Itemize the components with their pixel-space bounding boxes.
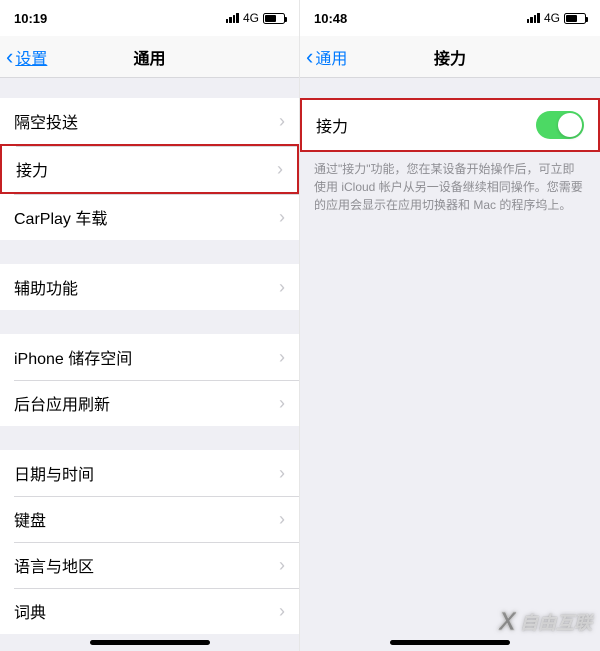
chevron-right-icon: › <box>279 555 285 576</box>
row-label: 辅助功能 <box>14 275 78 299</box>
status-bar: 10:19 4G <box>0 0 299 36</box>
settings-row[interactable]: 辅助功能 › <box>0 264 299 310</box>
home-indicator[interactable] <box>90 640 210 645</box>
footer-description: 通过"接力"功能，您在某设备开始操作后，可立即使用 iCloud 帐户从另一设备… <box>300 152 600 214</box>
row-right: › <box>279 393 285 414</box>
chevron-right-icon: › <box>279 207 285 228</box>
settings-list: 隔空投送›接力›CarPlay 车载›辅助功能›iPhone 储存空间›后台应用… <box>0 98 299 651</box>
row-label: 接力 <box>16 157 48 181</box>
settings-row[interactable]: 词典 › <box>0 588 299 634</box>
handoff-toggle-group: 接力 <box>300 98 600 152</box>
network-label: 4G <box>243 11 259 25</box>
home-indicator[interactable] <box>390 640 510 645</box>
handoff-toggle-row[interactable]: 接力 <box>302 100 598 150</box>
row-label: 隔空投送 <box>14 109 78 133</box>
settings-row[interactable]: 键盘 › <box>0 496 299 542</box>
row-label: 后台应用刷新 <box>14 391 110 415</box>
page-title: 接力 <box>434 45 466 69</box>
signal-icon <box>527 13 540 23</box>
back-label: 设置 <box>15 45 47 69</box>
settings-row[interactable]: 隔空投送 › <box>0 98 299 144</box>
nav-bar: ‹ 通用 接力 <box>300 36 600 78</box>
network-label: 4G <box>544 11 560 25</box>
status-time: 10:48 <box>314 11 347 26</box>
chevron-right-icon: › <box>279 509 285 530</box>
row-label: CarPlay 车载 <box>14 205 107 229</box>
row-right: › <box>279 463 285 484</box>
settings-group: 日期与时间 › 键盘 › 语言与地区 › 词典 › <box>0 450 299 634</box>
back-button[interactable]: ‹ 设置 <box>6 36 47 77</box>
status-right: 4G <box>527 11 586 25</box>
row-label: 键盘 <box>14 507 46 531</box>
chevron-right-icon: › <box>279 463 285 484</box>
status-time: 10:19 <box>14 11 47 26</box>
row-label: 词典 <box>14 599 46 623</box>
row-label: 日期与时间 <box>14 461 94 485</box>
chevron-left-icon: ‹ <box>6 46 13 68</box>
back-button[interactable]: ‹ 通用 <box>306 36 347 77</box>
status-right: 4G <box>226 11 285 25</box>
settings-row[interactable]: 接力 › <box>0 144 299 194</box>
settings-row[interactable]: 日期与时间 › <box>0 450 299 496</box>
settings-row[interactable]: CarPlay 车载 › <box>0 194 299 240</box>
row-label: 语言与地区 <box>14 553 94 577</box>
chevron-right-icon: › <box>279 601 285 622</box>
row-label: iPhone 储存空间 <box>14 345 132 369</box>
chevron-left-icon: ‹ <box>306 46 313 68</box>
settings-group: iPhone 储存空间 › 后台应用刷新 › <box>0 334 299 426</box>
battery-icon <box>564 13 586 24</box>
settings-row[interactable]: 语言与地区 › <box>0 542 299 588</box>
settings-row[interactable]: iPhone 储存空间 › <box>0 334 299 380</box>
chevron-right-icon: › <box>279 277 285 298</box>
screen-general: 10:19 4G ‹ 设置 通用 隔空投送›接力›CarPlay 车载›辅助功能… <box>0 0 300 651</box>
chevron-right-icon: › <box>279 393 285 414</box>
settings-row[interactable]: 后台应用刷新 › <box>0 380 299 426</box>
row-right: › <box>277 159 283 180</box>
row-right: › <box>279 601 285 622</box>
row-label: 接力 <box>316 113 348 137</box>
settings-group: 隔空投送 › 接力 › CarPlay 车载 › <box>0 98 299 240</box>
signal-icon <box>226 13 239 23</box>
row-right: › <box>279 555 285 576</box>
row-right: › <box>279 509 285 530</box>
row-right: › <box>279 347 285 368</box>
back-label: 通用 <box>315 45 347 69</box>
row-right: › <box>279 277 285 298</box>
toggle-switch[interactable] <box>536 111 584 139</box>
row-right: › <box>279 111 285 132</box>
nav-bar: ‹ 设置 通用 <box>0 36 299 78</box>
page-title: 通用 <box>133 45 165 69</box>
settings-group: 辅助功能 › <box>0 264 299 310</box>
status-bar: 10:48 4G <box>300 0 600 36</box>
chevron-right-icon: › <box>277 159 283 180</box>
chevron-right-icon: › <box>279 111 285 132</box>
chevron-right-icon: › <box>279 347 285 368</box>
battery-icon <box>263 13 285 24</box>
handoff-content: 接力 通过"接力"功能，您在某设备开始操作后，可立即使用 iCloud 帐户从另… <box>300 98 600 214</box>
screen-handoff: 10:48 4G ‹ 通用 接力 接力 通过"接力"功能，您在某设备开始操作后，… <box>300 0 600 651</box>
row-right: › <box>279 207 285 228</box>
